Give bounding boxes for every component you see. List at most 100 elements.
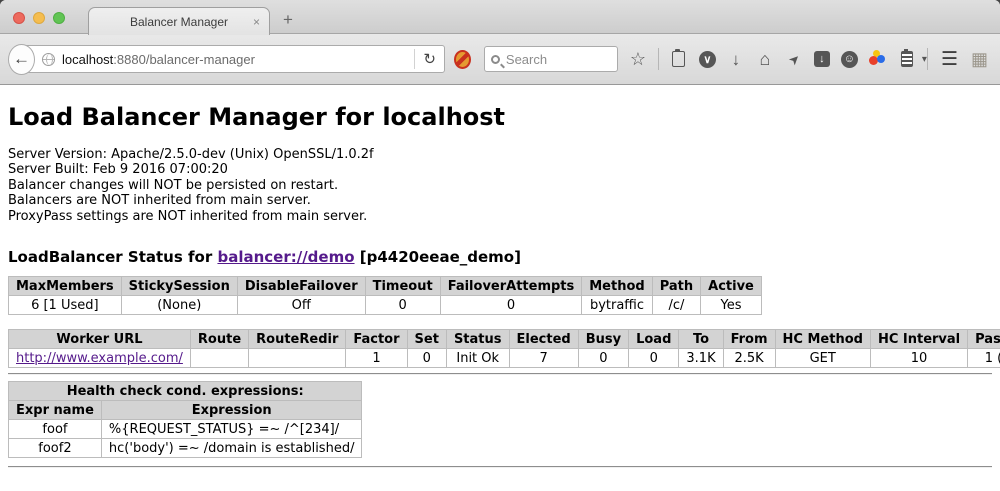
sidebar-grid-icon[interactable]: ▦ [971, 49, 988, 70]
cell-method: bytraffic [582, 296, 652, 315]
col-active: Active [701, 277, 762, 296]
cell-stickysession: (None) [121, 296, 237, 315]
loadbalancer-status-heading: LoadBalancer Status for balancer://demo … [8, 248, 992, 266]
col-route: Route [190, 330, 248, 349]
browser-window: Balancer Manager × + ← localhost:8880/ba… [0, 0, 1000, 491]
cell-path: /c/ [652, 296, 700, 315]
col-set: Set [407, 330, 446, 349]
health-header-row: Expr name Expression [9, 401, 362, 420]
urlbar-separator [414, 49, 415, 69]
toolbar-separator-2 [927, 48, 928, 70]
health-check-table: Health check cond. expressions: Expr nam… [8, 381, 362, 458]
cell-expr-name-0: foof [9, 420, 102, 439]
send-to-device-icon[interactable]: ➤ [781, 46, 806, 71]
worker-header-row: Worker URL Route RouteRedir Factor Set S… [9, 330, 1000, 349]
col-stickysession: StickySession [121, 277, 237, 296]
cell-disablefailover: Off [237, 296, 365, 315]
cell-expression-0: %{REQUEST_STATUS} =~ /^[234]/ [101, 420, 362, 439]
col-elected: Elected [509, 330, 578, 349]
feedback-smiley-icon[interactable]: ☺ [841, 51, 858, 68]
col-worker-url: Worker URL [9, 330, 191, 349]
search-bar[interactable] [484, 46, 618, 72]
cell-from: 2.5K [723, 349, 775, 368]
toolbar-icons: ☆ ∨ ↓ ⌂ ➤ ↓ ☺ ▾ [629, 48, 927, 70]
zoom-window-button[interactable] [53, 12, 65, 24]
toolbar-separator [658, 48, 659, 70]
worker-table: Worker URL Route RouteRedir Factor Set S… [8, 329, 1000, 368]
close-window-button[interactable] [13, 12, 25, 24]
battery-glyph [901, 51, 913, 67]
back-button[interactable]: ← [8, 44, 35, 75]
cell-set: 0 [407, 349, 446, 368]
health-row-foof: foof %{REQUEST_STATUS} =~ /^[234]/ [9, 420, 362, 439]
search-icon [491, 55, 500, 64]
tab-title: Balancer Manager [130, 15, 228, 29]
minimize-window-button[interactable] [33, 12, 45, 24]
clipboard-icon[interactable] [670, 50, 688, 68]
new-tab-button[interactable]: + [283, 10, 293, 30]
col-factor: Factor [346, 330, 407, 349]
col-to: To [679, 330, 723, 349]
health-table-title: Health check cond. expressions: [9, 382, 362, 401]
content-blocked-icon[interactable] [454, 50, 471, 69]
cell-failoverattempts: 0 [440, 296, 582, 315]
tab-balancer-manager[interactable]: Balancer Manager × [88, 7, 270, 35]
proxypass-notice-line: ProxyPass settings are NOT inherited fro… [8, 209, 992, 224]
tab-strip: Balancer Manager × + [0, 0, 1000, 34]
cell-expr-name-1: foof2 [9, 439, 102, 458]
col-busy: Busy [578, 330, 628, 349]
col-disablefailover: DisableFailover [237, 277, 365, 296]
balancer-demo-link[interactable]: balancer://demo [217, 248, 354, 266]
bottom-divider [8, 466, 992, 468]
save-to-downloads-icon[interactable]: ↓ [814, 51, 830, 67]
cell-expression-1: hc('body') =~ /domain is established/ [101, 439, 362, 458]
menu-hamburger-icon[interactable]: ☰ [941, 48, 958, 71]
tab-close-icon[interactable]: × [253, 15, 260, 29]
cell-hc-method: GET [775, 349, 870, 368]
cell-busy: 0 [578, 349, 628, 368]
col-hc-method: HC Method [775, 330, 870, 349]
extension-dots-icon[interactable] [869, 50, 887, 68]
cell-hc-interval: 10 [870, 349, 967, 368]
url-bar[interactable]: localhost:8880/balancer-manager ↻ [21, 45, 445, 73]
worker-data-row: http://www.example.com/ 1 0 Init Ok 7 0 … [9, 349, 1000, 368]
inherit-notice-line: Balancers are NOT inherited from main se… [8, 193, 992, 208]
heading-prefix: LoadBalancer Status for [8, 248, 217, 266]
col-timeout: Timeout [365, 277, 440, 296]
home-icon[interactable]: ⌂ [756, 50, 774, 68]
col-maxmembers: MaxMembers [9, 277, 122, 296]
heading-suffix: [p4420eeae_demo] [355, 248, 521, 266]
col-passes: Passes [968, 330, 1000, 349]
cell-maxmembers: 6 [1 Used] [9, 296, 122, 315]
col-expr-name: Expr name [9, 401, 102, 420]
worker-url-link[interactable]: http://www.example.com/ [16, 351, 183, 366]
persist-notice-line: Balancer changes will NOT be persisted o… [8, 178, 992, 193]
navigation-toolbar: ← localhost:8880/balancer-manager ↻ ☆ ∨ … [0, 34, 1000, 85]
balancer-header-row: MaxMembers StickySession DisableFailover… [9, 277, 762, 296]
search-input[interactable] [506, 52, 611, 67]
section-divider [8, 373, 992, 375]
balancer-data-row: 6 [1 Used] (None) Off 0 0 bytraffic /c/ … [9, 296, 762, 315]
balancer-settings-table: MaxMembers StickySession DisableFailover… [8, 276, 762, 315]
cell-load: 0 [629, 349, 679, 368]
health-row-foof2: foof2 hc('body') =~ /domain is establish… [9, 439, 362, 458]
cell-route [190, 349, 248, 368]
col-hc-interval: HC Interval [870, 330, 967, 349]
col-load: Load [629, 330, 679, 349]
pocket-icon[interactable]: ∨ [699, 51, 716, 68]
container-battery-icon[interactable] [898, 50, 916, 68]
reload-icon[interactable]: ↻ [419, 50, 444, 68]
cell-elected: 7 [509, 349, 578, 368]
server-built-line: Server Built: Feb 9 2016 07:00:20 [8, 162, 992, 177]
bookmark-star-icon[interactable]: ☆ [629, 50, 647, 68]
downloads-icon[interactable]: ↓ [727, 50, 745, 68]
toolbar-right-group: ☰ ▦ [927, 48, 988, 71]
cell-worker-url: http://www.example.com/ [9, 349, 191, 368]
col-method: Method [582, 277, 652, 296]
cell-timeout: 0 [365, 296, 440, 315]
cell-factor: 1 [346, 349, 407, 368]
col-path: Path [652, 277, 700, 296]
url-text: localhost:8880/balancer-manager [62, 52, 412, 67]
back-icon: ← [13, 49, 30, 69]
server-version-line: Server Version: Apache/2.5.0-dev (Unix) … [8, 147, 992, 162]
